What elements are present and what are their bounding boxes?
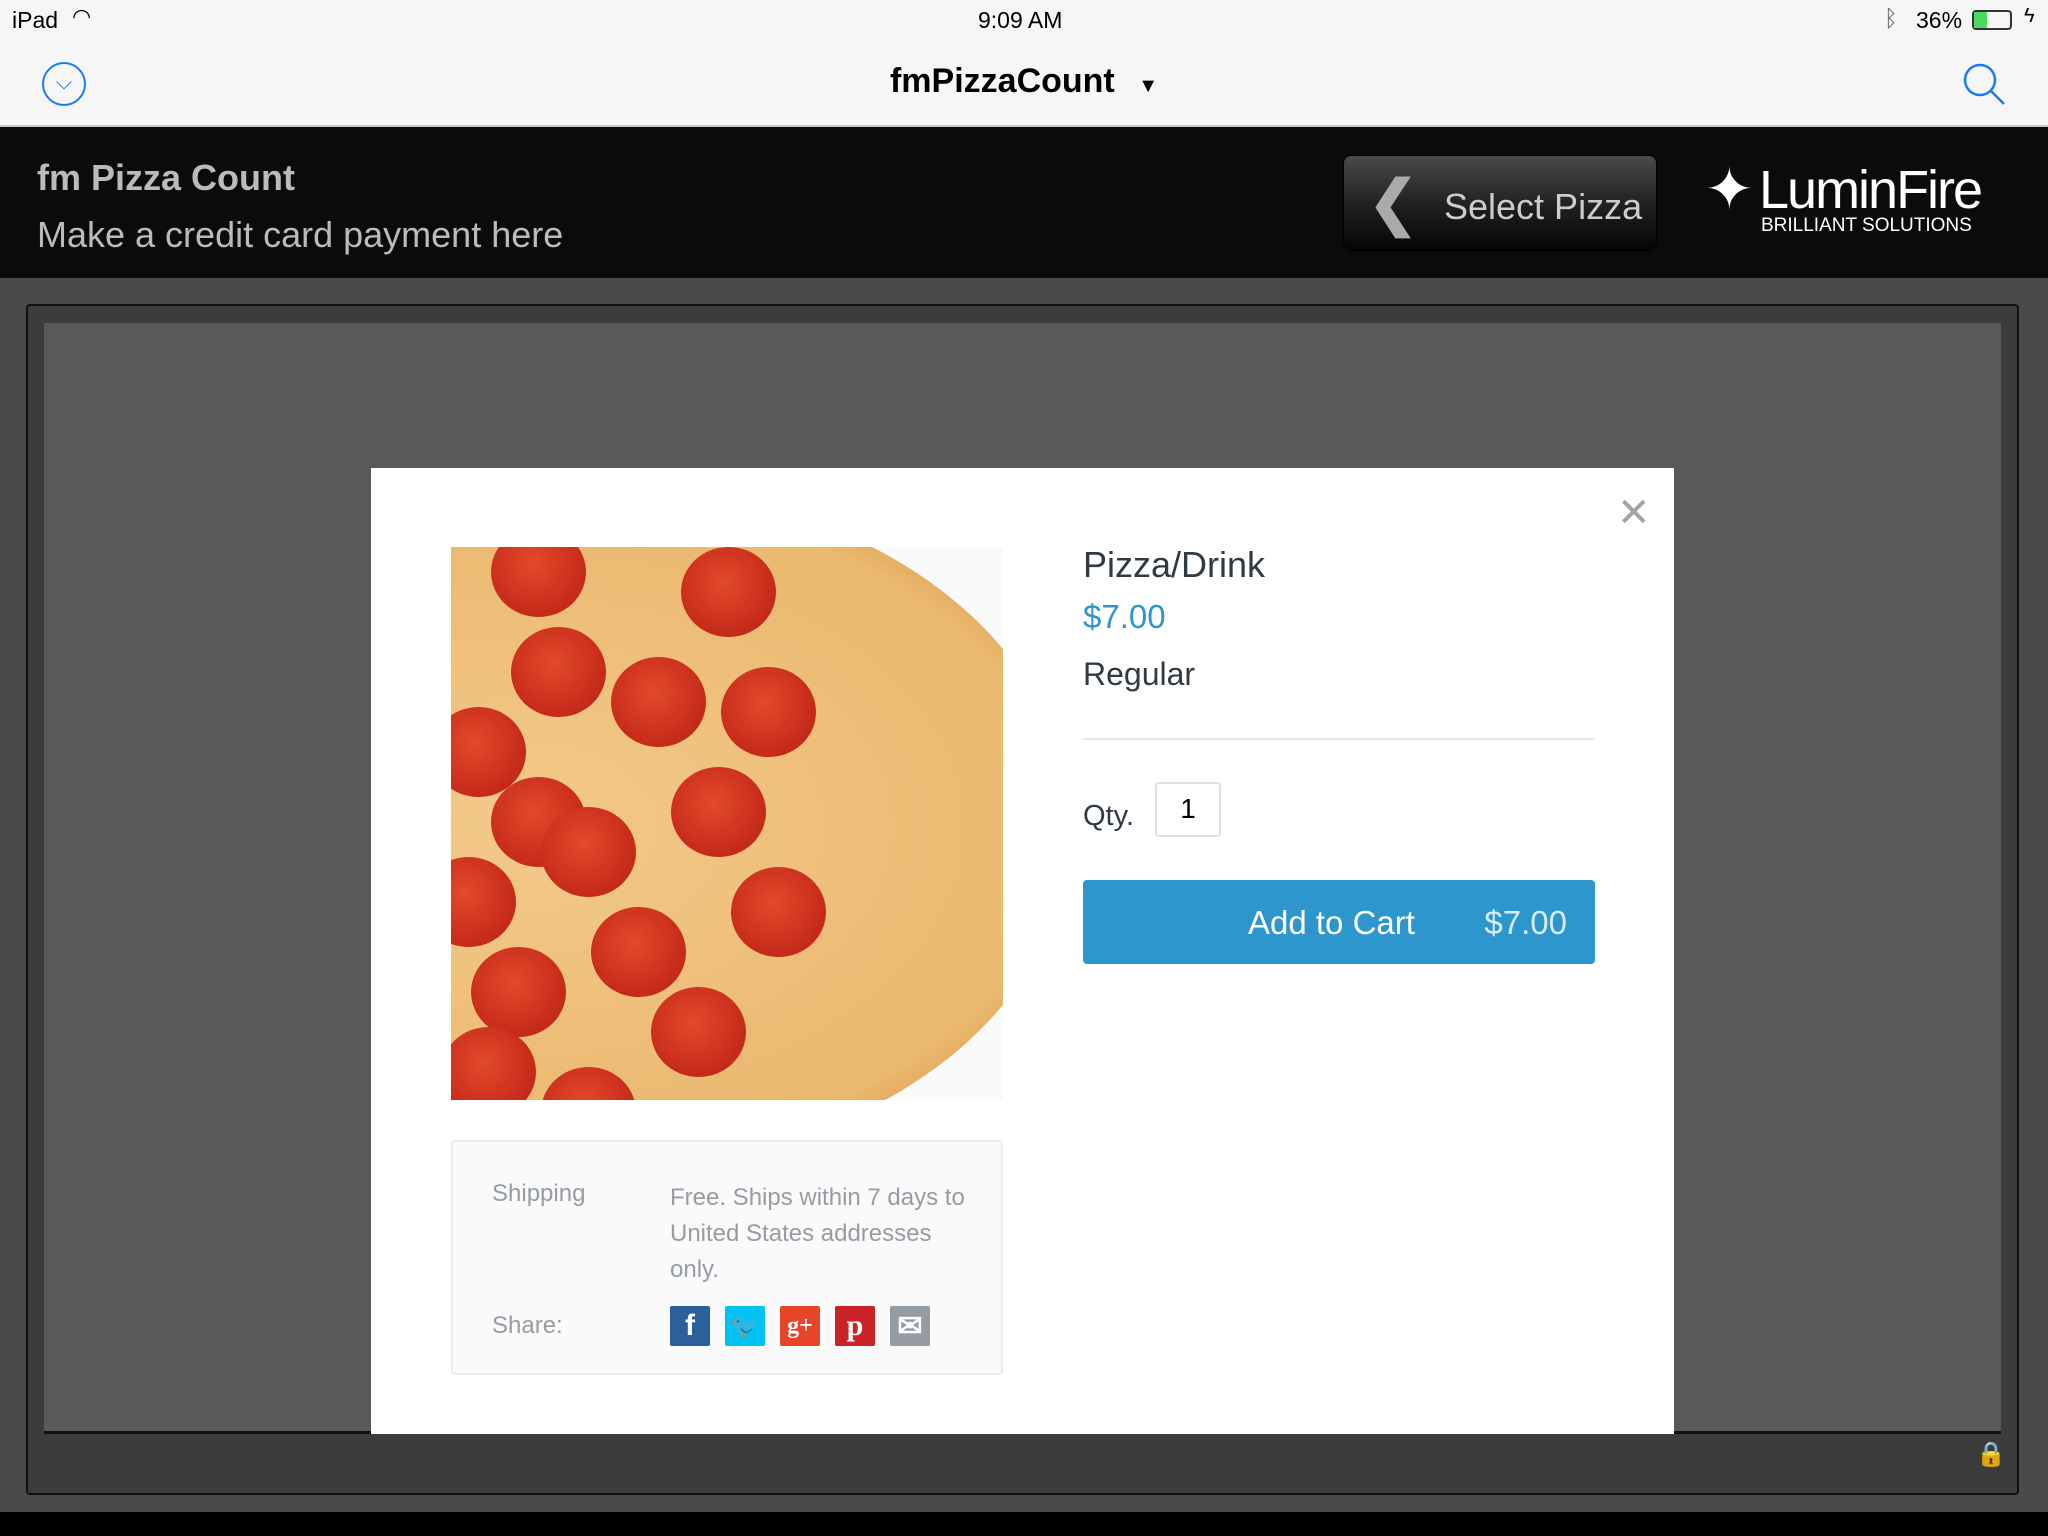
logo-tagline: BRILLIANT SOLUTIONS xyxy=(1761,215,1972,236)
battery-percent: 36% xyxy=(1916,7,1963,33)
qty-label: Qty. xyxy=(1083,800,1135,832)
pinterest-icon[interactable]: p xyxy=(835,1306,875,1346)
select-pizza-button[interactable]: ❮ Select Pizza xyxy=(1343,155,1657,251)
product-image xyxy=(451,547,1003,1100)
nav-bar: ⌵ fmPizzaCount ▼ xyxy=(0,40,2048,127)
search-icon[interactable] xyxy=(1960,60,2008,108)
divider xyxy=(1083,738,1595,740)
close-icon[interactable]: ✕ xyxy=(1617,490,1651,536)
header-title: fm Pizza Count xyxy=(37,157,295,198)
header-subtitle: Make a credit card payment here xyxy=(37,214,564,255)
cart-price: $7.00 xyxy=(1484,904,1567,941)
select-pizza-label: Select Pizza xyxy=(1444,186,1643,227)
status-bar: iPad ◠ 9:09 AM ᛒ 36% ϟ xyxy=(0,0,2048,40)
logo-name: LuminFire xyxy=(1759,160,1983,220)
star-icon: ✦ xyxy=(1705,157,1754,222)
details-panel: Shipping Free. Ships within 7 days to Un… xyxy=(451,1140,1003,1375)
battery-icon xyxy=(1972,10,2012,30)
qty-input[interactable]: 1 xyxy=(1155,782,1221,837)
twitter-icon[interactable]: 🐦 xyxy=(725,1306,765,1346)
chevron-left-icon: ❮ xyxy=(1368,169,1419,236)
share-label: Share: xyxy=(492,1312,563,1339)
lock-icon: 🔒 xyxy=(1976,1441,2006,1468)
share-icons: f 🐦 g+ p ✉ xyxy=(670,1306,930,1346)
charging-icon: ϟ xyxy=(2024,5,2035,27)
facebook-icon[interactable]: f xyxy=(670,1306,710,1346)
add-to-cart-label: Add to Cart xyxy=(1248,904,1415,941)
app-header: fm Pizza Count Make a credit card paymen… xyxy=(0,127,2048,278)
triangle-down-icon: ▼ xyxy=(1138,75,1159,97)
product-variant: Regular xyxy=(1083,656,1196,692)
product-name: Pizza/Drink xyxy=(1083,544,1266,585)
product-price: $7.00 xyxy=(1083,598,1166,635)
shipping-text: Free. Ships within 7 days to United Stat… xyxy=(670,1184,965,1283)
add-to-cart-button[interactable]: Add to Cart $7.00 xyxy=(1083,880,1595,964)
wifi-icon: ◠ xyxy=(72,4,92,29)
shipping-label: Shipping xyxy=(492,1180,586,1207)
device-label: iPad xyxy=(12,7,59,33)
app-title-menu[interactable]: fmPizzaCount ▼ xyxy=(0,62,2048,101)
app-title: fmPizzaCount xyxy=(889,62,1115,100)
google-plus-icon[interactable]: g+ xyxy=(780,1306,820,1346)
clock: 9:09 AM xyxy=(978,7,1063,33)
bluetooth-icon: ᛒ xyxy=(1884,5,1898,31)
email-icon[interactable]: ✉ xyxy=(890,1306,930,1346)
